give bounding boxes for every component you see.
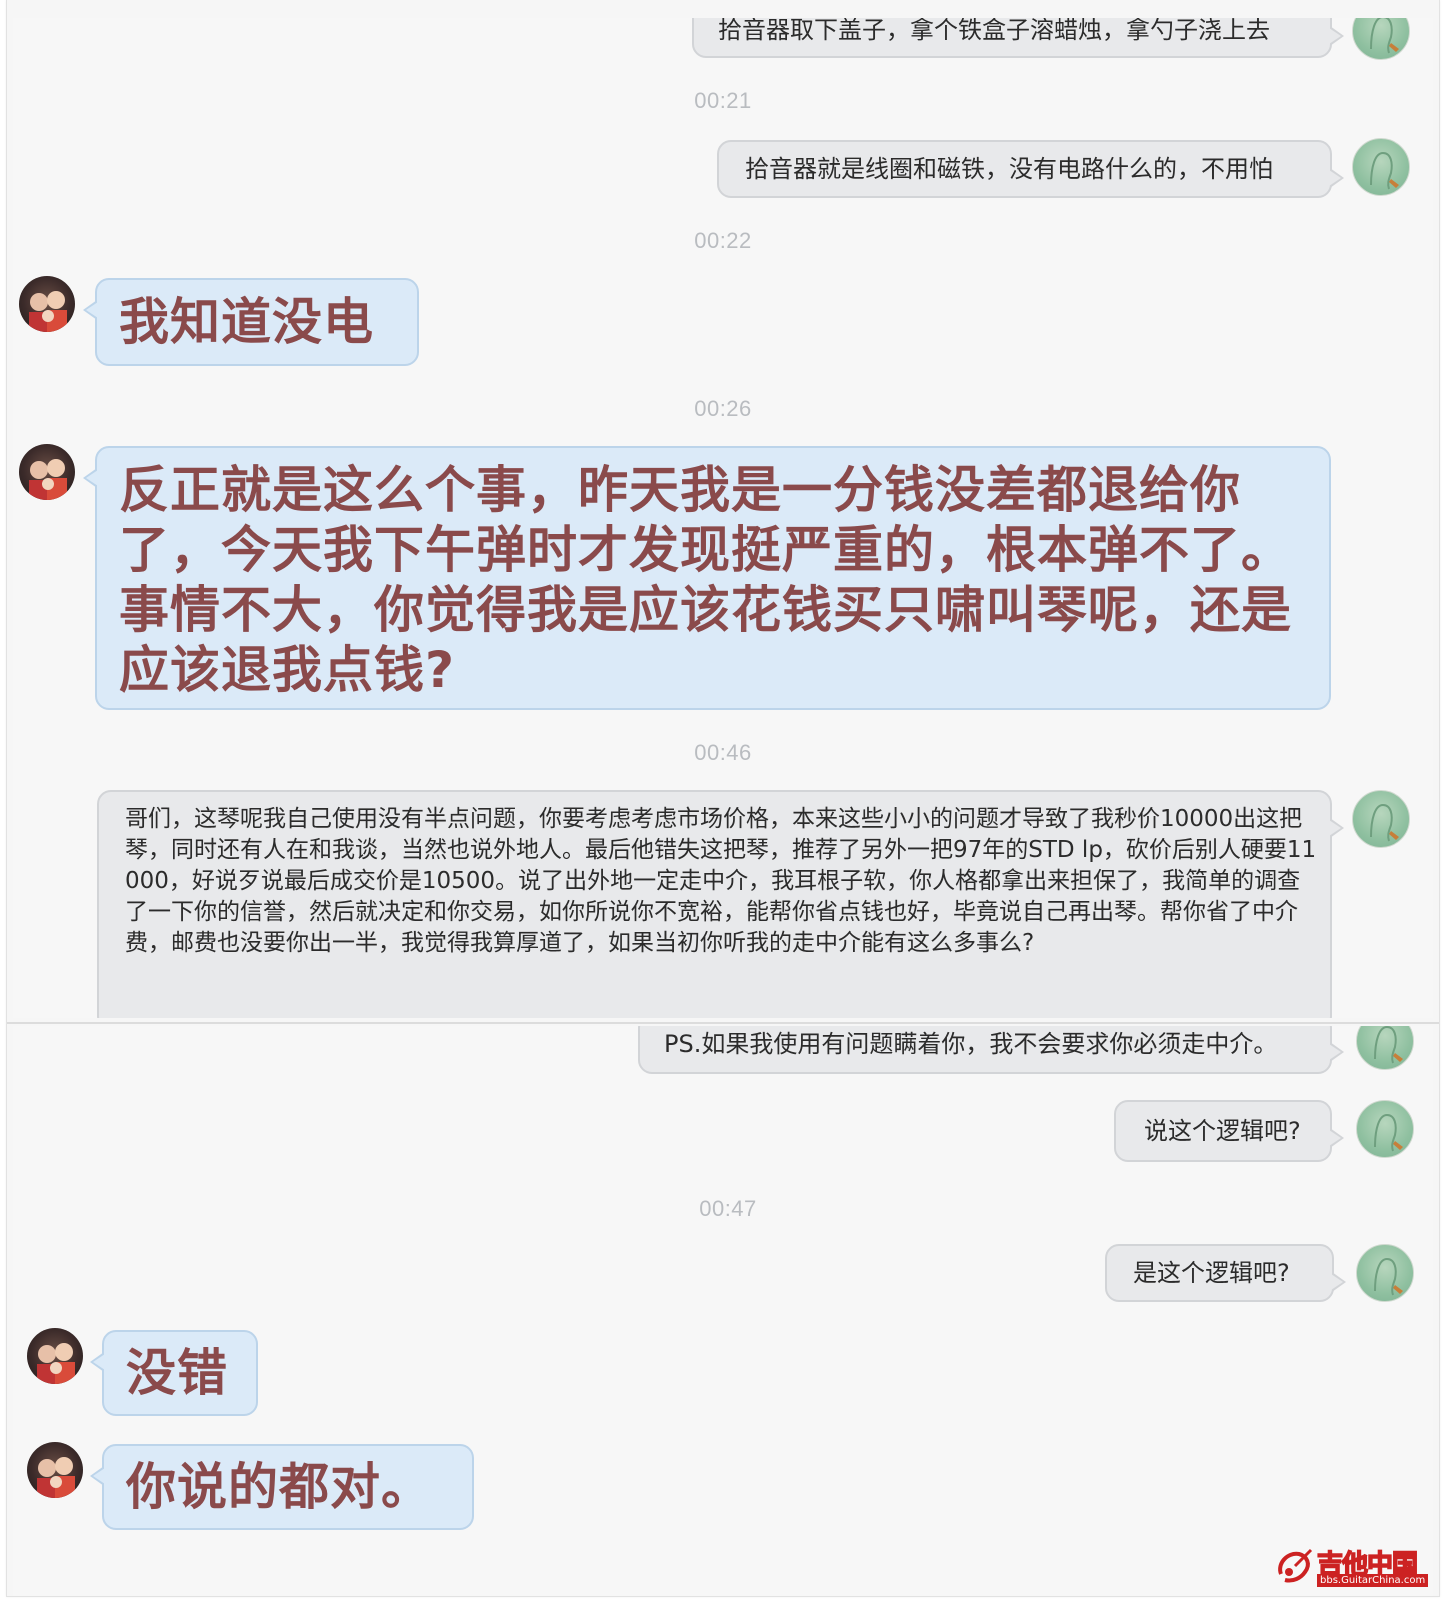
message-bubble-incoming[interactable]: 你说的都对。 (90, 1444, 474, 1530)
guitar-logo-icon (1278, 1548, 1313, 1583)
message-bubble-incoming[interactable]: 我知道没电 (83, 278, 419, 366)
message-bubble-outgoing[interactable]: 说这个逻辑吧? (1114, 1100, 1344, 1162)
message-text: 哥们，这琴呢我自己使用没有半点问题，你要考虑考虑市场价格，本来这些小小的问题才导… (125, 806, 1317, 956)
message-text: 拾音器就是线圈和磁铁，没有电路什么的，不用怕 (745, 155, 1273, 183)
message-bubble-incoming[interactable]: 反正就是这么个事，昨天我是一分钱没差都退给你了，今天我下午弹时才发现挺严重的，根… (83, 446, 1331, 710)
message-text: 你说的都对。 (126, 1458, 432, 1516)
message-bubble-outgoing[interactable]: PS.如果我使用有问题瞒着你，我不会要求你必须走中介。 (638, 1026, 1344, 1074)
self-avatar[interactable] (1356, 1100, 1414, 1158)
message-bubble-outgoing[interactable]: 是这个逻辑吧? (1105, 1244, 1346, 1302)
photo-avatar (29, 291, 67, 332)
self-avatar[interactable] (1352, 138, 1410, 196)
message-text: 是这个逻辑吧? (1133, 1259, 1290, 1287)
timestamp: 00:47 (699, 1196, 757, 1221)
message-text: 反正就是这么个事，昨天我是一分钱没差都退给你了，今天我下午弹时才发现挺严重的，根… (119, 461, 1292, 699)
message-bubble-outgoing[interactable]: 拾音器就是线圈和磁铁，没有电路什么的，不用怕 (717, 140, 1344, 198)
photo-avatar (29, 459, 67, 500)
divider (7, 1022, 1439, 1024)
user-silhouette-icon (1370, 803, 1399, 842)
timestamp: 00:22 (694, 228, 752, 253)
timestamp: 00:21 (694, 88, 752, 113)
photo-avatar (37, 1343, 75, 1384)
timestamp: 00:46 (694, 740, 752, 765)
message-text: 拾音器取下盖子，拿个铁盒子溶蜡烛，拿勺子浇上去 (718, 18, 1270, 44)
screenshot-frame: 拾音器取下盖子，拿个铁盒子溶蜡烛，拿勺子浇上去 00:21 拾音器就是线圈和磁铁… (6, 0, 1440, 1597)
chat-panel-bottom[interactable]: PS.如果我使用有问题瞒着你，我不会要求你必须走中介。 说这个逻辑吧? 00:4… (13, 1026, 1433, 1596)
self-avatar[interactable] (1356, 1244, 1414, 1302)
self-avatar[interactable] (1352, 790, 1410, 848)
message-bubble-incoming[interactable]: 没错 (90, 1330, 258, 1416)
message-text: 我知道没电 (119, 293, 374, 351)
user-silhouette-icon (1370, 151, 1399, 190)
self-avatar[interactable] (1356, 1026, 1414, 1070)
contact-avatar[interactable] (27, 1442, 83, 1498)
timestamp: 00:26 (694, 396, 752, 421)
user-silhouette-icon (1374, 1026, 1403, 1064)
site-watermark-logo: 吉他中国 bbs.GuitarChina.com (1275, 1544, 1429, 1588)
message-text: 没错 (126, 1344, 228, 1402)
user-silhouette-icon (1374, 1113, 1403, 1152)
contact-avatar[interactable] (19, 276, 75, 332)
contact-avatar[interactable] (19, 444, 75, 500)
user-silhouette-icon (1374, 1257, 1403, 1296)
message-bubble-outgoing[interactable]: 哥们，这琴呢我自己使用没有半点问题，你要考虑考虑市场价格，本来这些小小的问题才导… (97, 790, 1344, 1018)
self-avatar[interactable] (1352, 18, 1410, 60)
message-text: 说这个逻辑吧? (1144, 1117, 1301, 1145)
user-silhouette-icon (1370, 18, 1399, 54)
contact-avatar[interactable] (27, 1328, 83, 1384)
watermark-url: bbs.GuitarChina.com (1317, 1574, 1429, 1587)
chat-panel-top[interactable]: 拾音器取下盖子，拿个铁盒子溶蜡烛，拿勺子浇上去 00:21 拾音器就是线圈和磁铁… (13, 18, 1433, 1018)
photo-avatar (37, 1457, 75, 1498)
message-bubble-outgoing[interactable]: 拾音器取下盖子，拿个铁盒子溶蜡烛，拿勺子浇上去 (692, 18, 1344, 58)
message-text: PS.如果我使用有问题瞒着你，我不会要求你必须走中介。 (664, 1030, 1278, 1058)
